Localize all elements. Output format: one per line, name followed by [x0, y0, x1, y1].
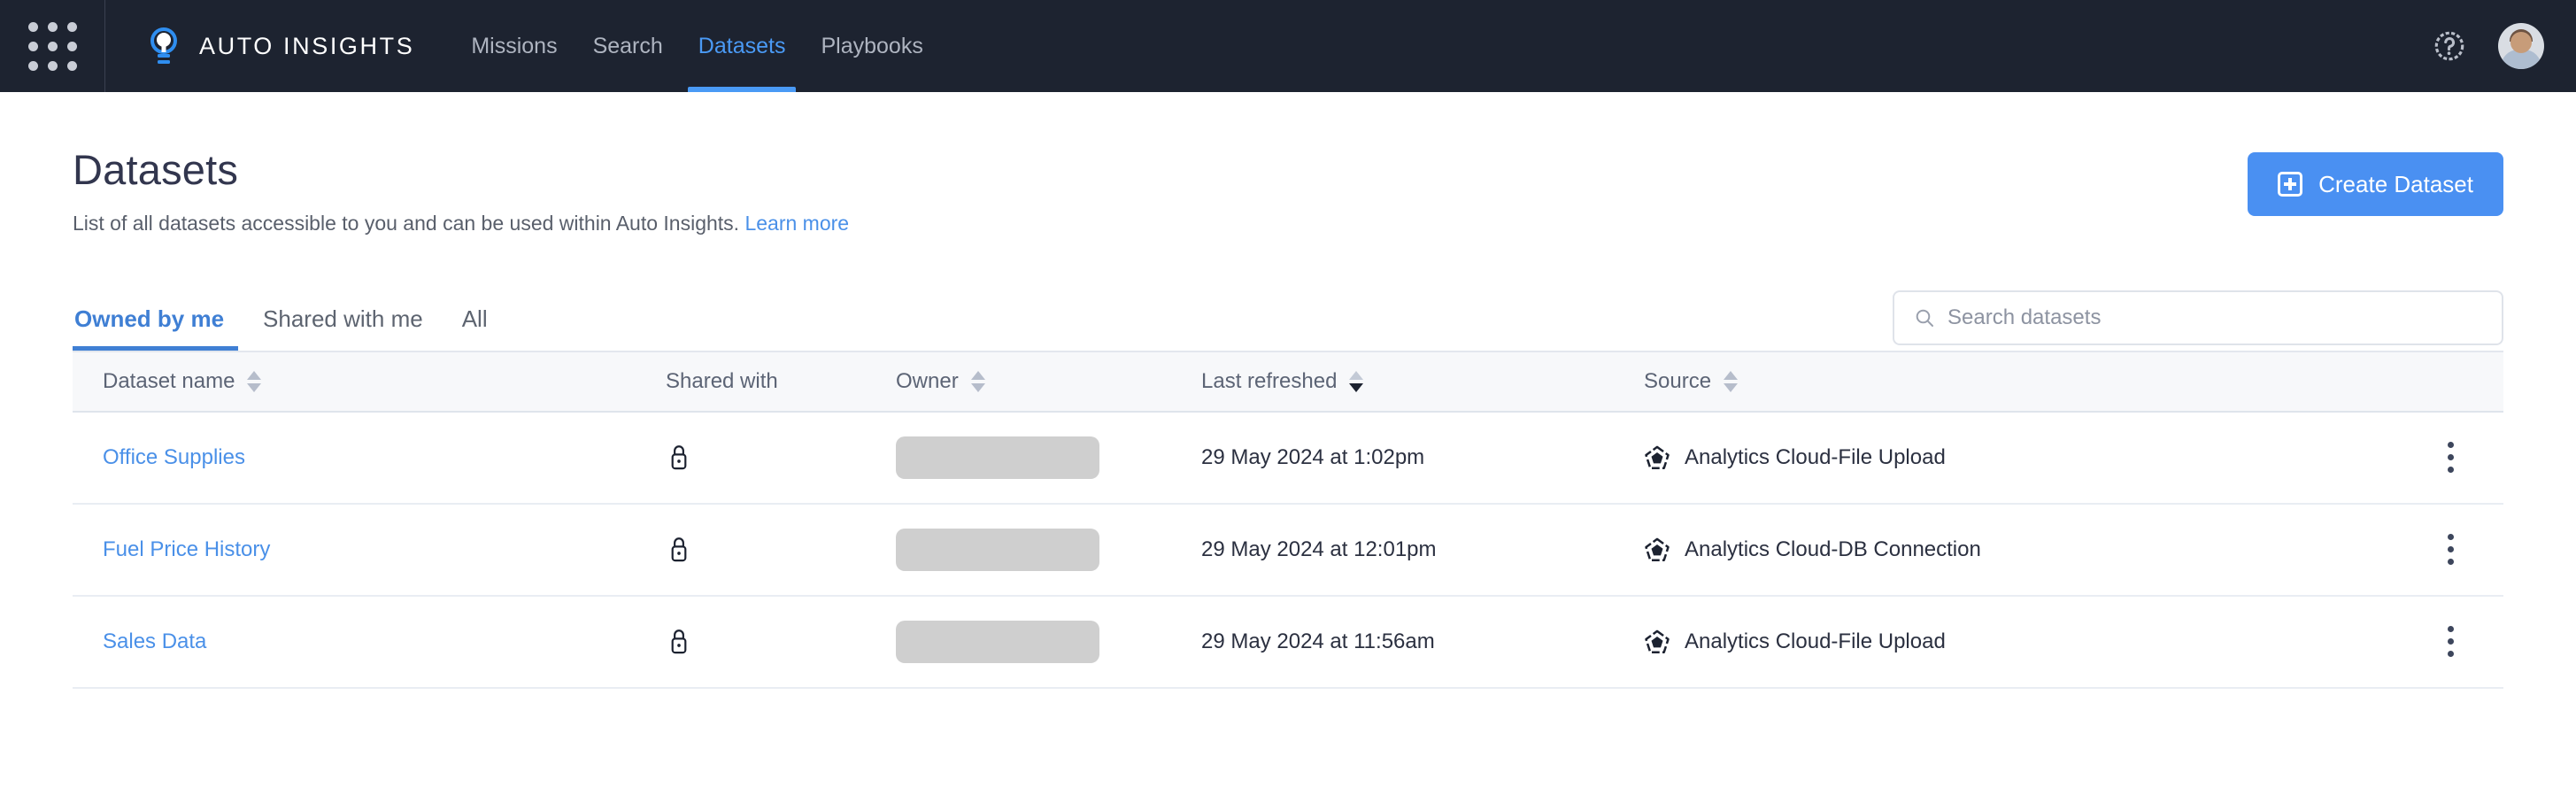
column-label: Shared with [666, 369, 778, 394]
kebab-menu-icon[interactable] [2439, 433, 2463, 482]
lightbulb-icon [146, 27, 181, 66]
cell-dataset-name: Sales Data [73, 629, 666, 654]
tab-all[interactable]: All [443, 282, 507, 351]
cell-source: Analytics Cloud-File Upload [1644, 444, 2397, 471]
search-input[interactable] [1947, 305, 2482, 330]
dataset-name-link[interactable]: Sales Data [103, 629, 206, 654]
cell-last-refreshed: 29 May 2024 at 11:56am [1201, 629, 1644, 654]
datasets-table: Dataset name Shared with Owner Last refr… [73, 351, 2503, 689]
source-label: Analytics Cloud-File Upload [1685, 629, 1946, 654]
dataset-name-link[interactable]: Office Supplies [103, 445, 245, 470]
cell-dataset-name: Fuel Price History [73, 537, 666, 562]
page-content: Datasets List of all datasets accessible… [0, 92, 2576, 689]
cell-actions [2397, 617, 2503, 666]
lock-icon [666, 627, 692, 657]
source-label: Analytics Cloud-File Upload [1685, 445, 1946, 470]
dataset-name-link[interactable]: Fuel Price History [103, 537, 270, 562]
kebab-menu-icon[interactable] [2439, 617, 2463, 666]
owner-redacted-value [896, 436, 1099, 479]
nav-item-datasets[interactable]: Datasets [681, 0, 804, 92]
sort-toggle-dataset-name[interactable] [247, 371, 261, 392]
column-label: Source [1644, 369, 1711, 394]
brand-name: AUTO INSIGHTS [199, 33, 414, 60]
learn-more-link[interactable]: Learn more [744, 212, 849, 235]
cell-dataset-name: Office Supplies [73, 445, 666, 470]
table-row[interactable]: Sales Data 29 May 2024 at 11:56am [73, 597, 2503, 689]
column-header-dataset-name[interactable]: Dataset name [73, 369, 666, 394]
analytics-cloud-icon [1644, 444, 1670, 471]
cell-last-refreshed: 29 May 2024 at 12:01pm [1201, 537, 1644, 562]
column-header-source[interactable]: Source [1644, 369, 2397, 394]
cell-shared-with [666, 627, 896, 657]
dataset-tabs: Owned by me Shared with me All [73, 282, 507, 351]
owner-redacted-value [896, 621, 1099, 663]
tab-owned-by-me[interactable]: Owned by me [73, 282, 243, 351]
tab-shared-with-me[interactable]: Shared with me [243, 282, 443, 351]
column-header-owner[interactable]: Owner [896, 369, 1201, 394]
cell-owner [896, 529, 1201, 571]
column-header-shared-with: Shared with [666, 369, 896, 394]
create-dataset-button[interactable]: Create Dataset [2248, 152, 2503, 216]
cell-source: Analytics Cloud-File Upload [1644, 629, 2397, 655]
app-grid-button[interactable] [0, 0, 104, 92]
owner-redacted-value [896, 529, 1099, 571]
plus-square-icon [2278, 172, 2302, 197]
cell-actions [2397, 525, 2503, 574]
search-datasets-box[interactable] [1893, 290, 2503, 345]
app-grid-icon [28, 22, 77, 71]
sort-toggle-owner[interactable] [971, 371, 985, 392]
nav-item-missions[interactable]: Missions [453, 0, 575, 92]
column-label: Owner [896, 369, 959, 394]
analytics-cloud-icon [1644, 629, 1670, 655]
nav-item-search[interactable]: Search [575, 0, 681, 92]
page-subtitle-text: List of all datasets accessible to you a… [73, 212, 739, 235]
filter-bar: Owned by me Shared with me All [73, 282, 2503, 351]
user-avatar[interactable] [2498, 23, 2544, 69]
cell-actions [2397, 433, 2503, 482]
page-subtitle: List of all datasets accessible to you a… [73, 211, 2248, 237]
column-label: Dataset name [103, 369, 235, 394]
sort-toggle-source[interactable] [1724, 371, 1738, 392]
table-row[interactable]: Fuel Price History 29 May 2024 at 12:01p… [73, 505, 2503, 597]
cell-owner [896, 621, 1201, 663]
lock-icon [666, 535, 692, 565]
cell-shared-with [666, 535, 896, 565]
top-navigation-bar: AUTO INSIGHTS Missions Search Datasets P… [0, 0, 2576, 92]
table-header-row: Dataset name Shared with Owner Last refr… [73, 351, 2503, 413]
sort-toggle-last-refreshed[interactable] [1349, 371, 1363, 392]
cell-shared-with [666, 443, 896, 473]
kebab-menu-icon[interactable] [2439, 525, 2463, 574]
search-icon [1914, 307, 1935, 328]
help-circle-icon [2433, 29, 2466, 63]
analytics-cloud-icon [1644, 537, 1670, 563]
cell-source: Analytics Cloud-DB Connection [1644, 537, 2397, 563]
nav-item-playbooks[interactable]: Playbooks [803, 0, 940, 92]
column-header-last-refreshed[interactable]: Last refreshed [1201, 369, 1644, 394]
page-header: Datasets List of all datasets accessible… [73, 92, 2503, 237]
cell-owner [896, 436, 1201, 479]
page-title: Datasets [73, 147, 2248, 193]
main-nav: Missions Search Datasets Playbooks [453, 0, 941, 92]
column-label: Last refreshed [1201, 369, 1337, 394]
source-label: Analytics Cloud-DB Connection [1685, 537, 1981, 562]
cell-last-refreshed: 29 May 2024 at 1:02pm [1201, 445, 1644, 470]
help-button[interactable] [2433, 29, 2466, 63]
table-row[interactable]: Office Supplies 29 May 2024 at 1:02pm [73, 413, 2503, 505]
page-header-text: Datasets List of all datasets accessible… [73, 147, 2248, 237]
brand-logo-area[interactable]: AUTO INSIGHTS [105, 27, 414, 66]
lock-icon [666, 443, 692, 473]
topbar-actions [2433, 23, 2576, 69]
create-dataset-label: Create Dataset [2318, 171, 2473, 198]
